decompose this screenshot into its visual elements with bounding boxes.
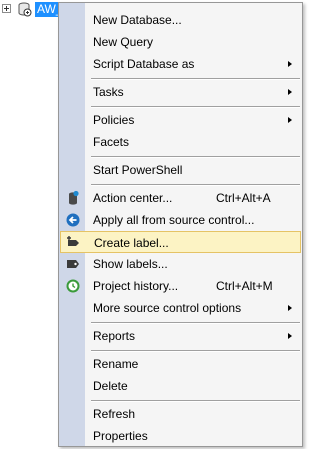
menu-item-new-database[interactable]: New Database... — [60, 9, 301, 31]
menu-item-label: Facets — [93, 135, 130, 149]
menu-item-action-center[interactable]: Action center... Ctrl+Alt+A — [60, 187, 301, 209]
tag-add-icon — [67, 236, 79, 246]
menu-item-shortcut: Ctrl+Alt+A — [216, 191, 271, 205]
menu-item-tasks[interactable]: Tasks — [60, 81, 301, 103]
menu-separator — [91, 322, 300, 324]
menu-separator — [91, 350, 300, 352]
menu-item-apply-all-from-source-control[interactable]: Apply all from source control... — [60, 209, 301, 231]
menu-item-properties[interactable]: Properties — [60, 425, 301, 447]
menu-item-label: Delete — [93, 379, 128, 393]
submenu-arrow-icon — [288, 89, 292, 95]
menu-separator — [91, 156, 300, 158]
menu-item-refresh[interactable]: Refresh — [60, 403, 301, 425]
submenu-arrow-icon — [288, 117, 292, 123]
menu-item-script-database-as[interactable]: Script Database as — [60, 53, 301, 75]
menu-item-label: Project history... — [93, 279, 179, 293]
menu-item-label: Refresh — [93, 407, 136, 421]
menu-item-rename[interactable]: Rename — [60, 353, 301, 375]
menu-item-label: Action center... — [93, 191, 173, 205]
menu-item-label: Properties — [93, 429, 148, 443]
context-menu: New Database... New Query Script Databas… — [58, 2, 303, 447]
submenu-arrow-icon — [288, 305, 292, 311]
menu-item-create-label[interactable]: Create label... — [60, 231, 301, 253]
menu-item-policies[interactable]: Policies — [60, 109, 301, 131]
menu-separator — [91, 106, 300, 108]
menu-item-label: Start PowerShell — [93, 163, 183, 177]
menu-item-shortcut: Ctrl+Alt+M — [216, 279, 273, 293]
menu-item-label: Script Database as — [93, 57, 195, 71]
menu-item-label: Show labels... — [93, 257, 168, 271]
menu-item-label: Create label... — [94, 236, 169, 250]
menu-item-label: New Query — [93, 35, 154, 49]
menu-item-more-source-control-options[interactable]: More source control options — [60, 297, 301, 319]
submenu-arrow-icon — [288, 61, 292, 67]
menu-item-project-history[interactable]: Project history... Ctrl+Alt+M — [60, 275, 301, 297]
arrow-left-icon — [66, 213, 80, 227]
submenu-arrow-icon — [288, 333, 292, 339]
menu-item-label: Apply all from source control... — [93, 213, 255, 227]
tag-icon — [67, 260, 79, 268]
menu-separator — [91, 400, 300, 402]
expand-icon[interactable] — [2, 4, 11, 13]
menu-item-label: Rename — [93, 357, 139, 371]
action-center-icon — [69, 190, 79, 205]
menu-item-new-query[interactable]: New Query — [60, 31, 301, 53]
menu-separator — [91, 78, 300, 80]
menu-item-facets[interactable]: Facets — [60, 131, 301, 153]
menu-separator — [91, 184, 300, 186]
menu-item-label: Tasks — [93, 85, 124, 99]
database-icon — [18, 2, 32, 17]
menu-item-label: New Database... — [93, 13, 182, 27]
menu-item-start-powershell[interactable]: Start PowerShell — [60, 159, 301, 181]
menu-item-reports[interactable]: Reports — [60, 325, 301, 347]
menu-item-delete[interactable]: Delete — [60, 375, 301, 397]
menu-item-label: Policies — [93, 113, 135, 127]
menu-item-label: Reports — [93, 329, 136, 343]
history-icon — [66, 279, 80, 293]
menu-item-label: More source control options — [93, 301, 242, 315]
menu-item-show-labels[interactable]: Show labels... — [60, 253, 301, 275]
